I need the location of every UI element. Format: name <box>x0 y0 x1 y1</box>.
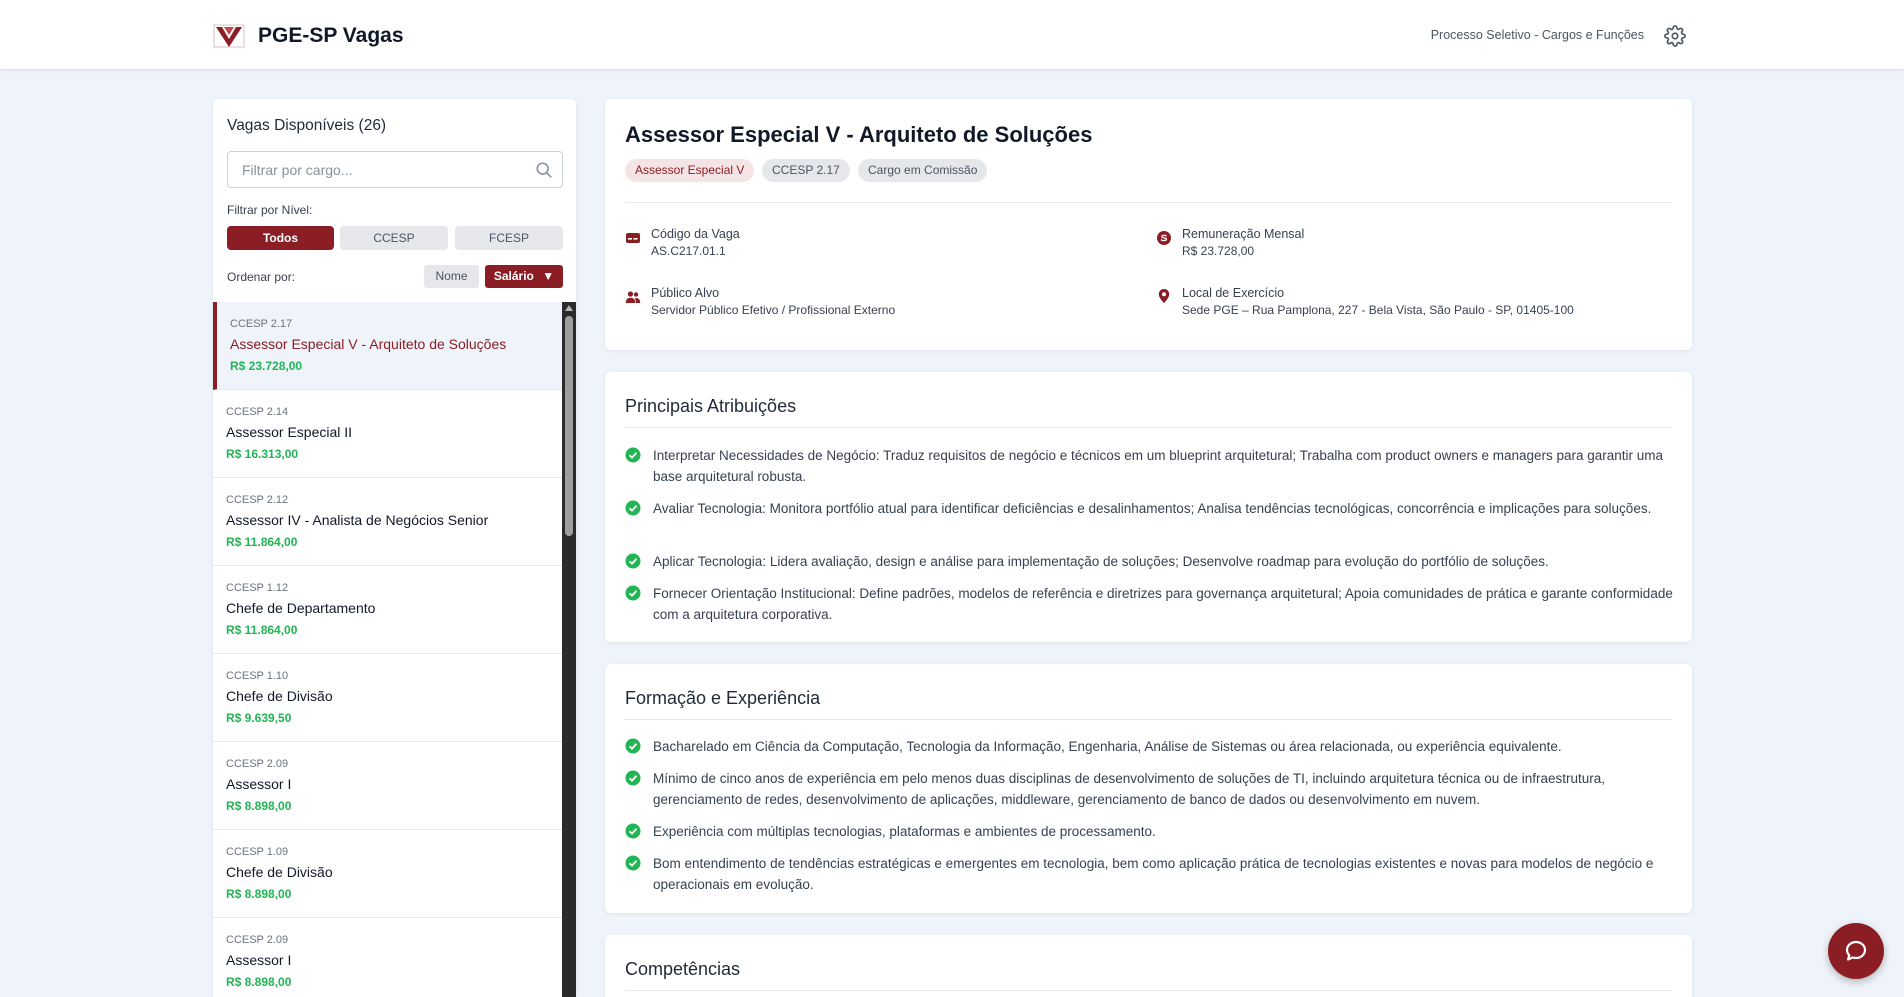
job-salary: R$ 9.639,50 <box>226 711 292 725</box>
duty-text: Avaliar Tecnologia: Monitora portfólio a… <box>653 501 1652 516</box>
formation-title: Formação e Experiência <box>625 688 821 708</box>
job-salary: R$ 8.898,00 <box>226 887 292 901</box>
divider <box>625 202 1672 203</box>
job-salary: R$ 11.864,00 <box>226 623 298 637</box>
level-filter-fcesp[interactable]: FCESP <box>455 226 563 250</box>
skills-title: Competências <box>625 959 741 979</box>
code-value: AS.C217.01.1 <box>651 244 726 258</box>
gear-icon[interactable] <box>1664 25 1686 47</box>
job-list: CCESP 2.17 Assessor Especial V - Arquite… <box>213 302 562 997</box>
check-circle-icon <box>625 447 641 463</box>
location-label: Local de Exercício <box>1182 286 1285 300</box>
job-salary: R$ 16.313,00 <box>226 447 299 461</box>
job-list-item[interactable]: CCESP 2.09 Assessor I R$ 8.898,00 <box>213 742 562 830</box>
check-circle-icon <box>625 553 641 569</box>
job-title: Assessor Especial II <box>226 424 353 440</box>
app-title[interactable]: PGE-SP Vagas <box>258 22 404 50</box>
users-icon <box>625 291 641 303</box>
job-salary: R$ 23.728,00 <box>230 359 303 373</box>
jobs-count-title: Vagas Disponíveis (26) <box>227 117 387 134</box>
job-title: Chefe de Departamento <box>226 600 376 616</box>
badge-role: Assessor Especial V <box>625 159 755 182</box>
chat-bubble-icon <box>1845 940 1867 961</box>
job-list-item[interactable]: CCESP 2.17 Assessor Especial V - Arquite… <box>213 302 562 390</box>
skills-card: Competências <box>605 935 1692 997</box>
job-list-item[interactable]: CCESP 1.10 Chefe de Divisão R$ 9.639,50 <box>213 654 562 742</box>
id-card-icon <box>626 233 640 243</box>
duties-title: Principais Atribuições <box>625 396 797 416</box>
job-code: CCESP 2.12 <box>226 494 289 506</box>
job-code: CCESP 1.12 <box>226 582 289 594</box>
sort-label: Ordenar por: <box>227 270 296 284</box>
job-salary: R$ 11.864,00 <box>226 535 298 549</box>
audience-label: Público Alvo <box>651 286 720 300</box>
audience-value: Servidor Público Efetivo / Profissional … <box>651 303 896 317</box>
job-title: Assessor I <box>226 776 292 792</box>
duties-card: Principais Atribuições Interpretar Neces… <box>605 372 1692 642</box>
sort-salary-label: Salário <box>493 269 534 283</box>
job-code: CCESP 2.17 <box>230 318 293 330</box>
check-circle-icon <box>625 500 641 516</box>
money-icon <box>1157 231 1171 245</box>
formation-text: Bacharelado em Ciência da Computação, Te… <box>653 739 1562 754</box>
job-detail-title: Assessor Especial V - Arquiteto de Soluç… <box>625 122 1093 147</box>
job-title: Assessor Especial V - Arquiteto de Soluç… <box>230 336 507 352</box>
job-list-item[interactable]: CCESP 2.14 Assessor Especial II R$ 16.31… <box>213 390 562 478</box>
job-list-item[interactable]: CCESP 2.12 Assessor IV - Analista de Neg… <box>213 478 562 566</box>
check-circle-icon <box>625 823 641 839</box>
job-title: Assessor IV - Analista de Negócios Senio… <box>226 512 489 528</box>
job-list-item[interactable]: CCESP 2.09 Assessor I R$ 8.898,00 <box>213 918 562 997</box>
check-circle-icon <box>625 770 641 786</box>
job-title: Chefe de Divisão <box>226 864 333 880</box>
sort-direction-icon: ▼ <box>542 269 555 283</box>
check-circle-icon <box>625 855 641 871</box>
check-circle-icon <box>625 585 641 601</box>
search-icon <box>536 162 552 178</box>
job-detail-card: Assessor Especial V - Arquiteto de Soluç… <box>605 99 1692 350</box>
divider <box>625 427 1672 428</box>
formation-card: Formação e Experiência Bacharelado em Ci… <box>605 664 1692 913</box>
job-list-scrollbar[interactable] <box>562 302 576 997</box>
code-label: Código da Vaga <box>651 227 740 241</box>
pge-logo-icon[interactable] <box>213 22 245 50</box>
duty-text: Fornecer Orientação Institucional: Defin… <box>653 586 1673 622</box>
location-value: Sede PGE – Rua Pamplona, 227 - Bela Vist… <box>1182 303 1574 317</box>
job-code: CCESP 1.10 <box>226 670 289 682</box>
level-filter-ccesp[interactable]: CCESP <box>340 226 448 250</box>
job-code: CCESP 2.14 <box>226 406 289 418</box>
job-code: CCESP 2.09 <box>226 934 289 946</box>
sort-by-name-button[interactable]: Nome <box>424 265 479 288</box>
job-code: CCESP 1.09 <box>226 846 289 858</box>
job-list-item[interactable]: CCESP 1.09 Chefe de Divisão R$ 8.898,00 <box>213 830 562 918</box>
duty-text: Interpretar Necessidades de Negócio: Tra… <box>653 448 1664 484</box>
check-circle-icon <box>625 738 641 754</box>
divider <box>625 990 1672 991</box>
duty-text: Aplicar Tecnologia: Lidera avaliação, de… <box>653 554 1549 569</box>
job-filter-input[interactable] <box>227 151 563 188</box>
level-filter-all[interactable]: Todos <box>227 226 334 250</box>
job-list-item[interactable]: CCESP 1.12 Chefe de Departamento R$ 11.8… <box>213 566 562 654</box>
badge-type: Cargo em Comissão <box>858 159 988 182</box>
chat-button[interactable] <box>1828 923 1884 979</box>
job-title: Assessor I <box>226 952 292 968</box>
level-filter-label: Filtrar por Nível: <box>227 203 313 217</box>
sort-by-salary-button[interactable]: Salário ▼ <box>485 265 563 288</box>
job-salary: R$ 8.898,00 <box>226 975 292 989</box>
location-pin-icon <box>1158 289 1170 303</box>
divider <box>625 719 1672 720</box>
scrollbar-thumb[interactable] <box>565 316 573 536</box>
job-salary: R$ 8.898,00 <box>226 799 292 813</box>
jobs-sidebar: Vagas Disponíveis (26) Filtrar por Nível… <box>213 99 576 997</box>
job-code: CCESP 2.09 <box>226 758 289 770</box>
selection-process-link[interactable]: Processo Seletivo - Cargos e Funções <box>1431 27 1644 43</box>
badge-level: CCESP 2.17 <box>762 159 850 182</box>
formation-text: Experiência com múltiplas tecnologias, p… <box>653 824 1156 839</box>
job-title: Chefe de Divisão <box>226 688 333 704</box>
salary-value: R$ 23.728,00 <box>1182 244 1255 258</box>
salary-label: Remuneração Mensal <box>1182 227 1305 241</box>
formation-text: Mínimo de cinco anos de experiência em p… <box>653 771 1606 807</box>
scroll-up-arrow-icon[interactable] <box>565 305 573 311</box>
formation-text: Bom entendimento de tendências estratégi… <box>653 856 1654 892</box>
top-bar: PGE-SP Vagas Processo Seletivo - Cargos … <box>0 0 1904 70</box>
